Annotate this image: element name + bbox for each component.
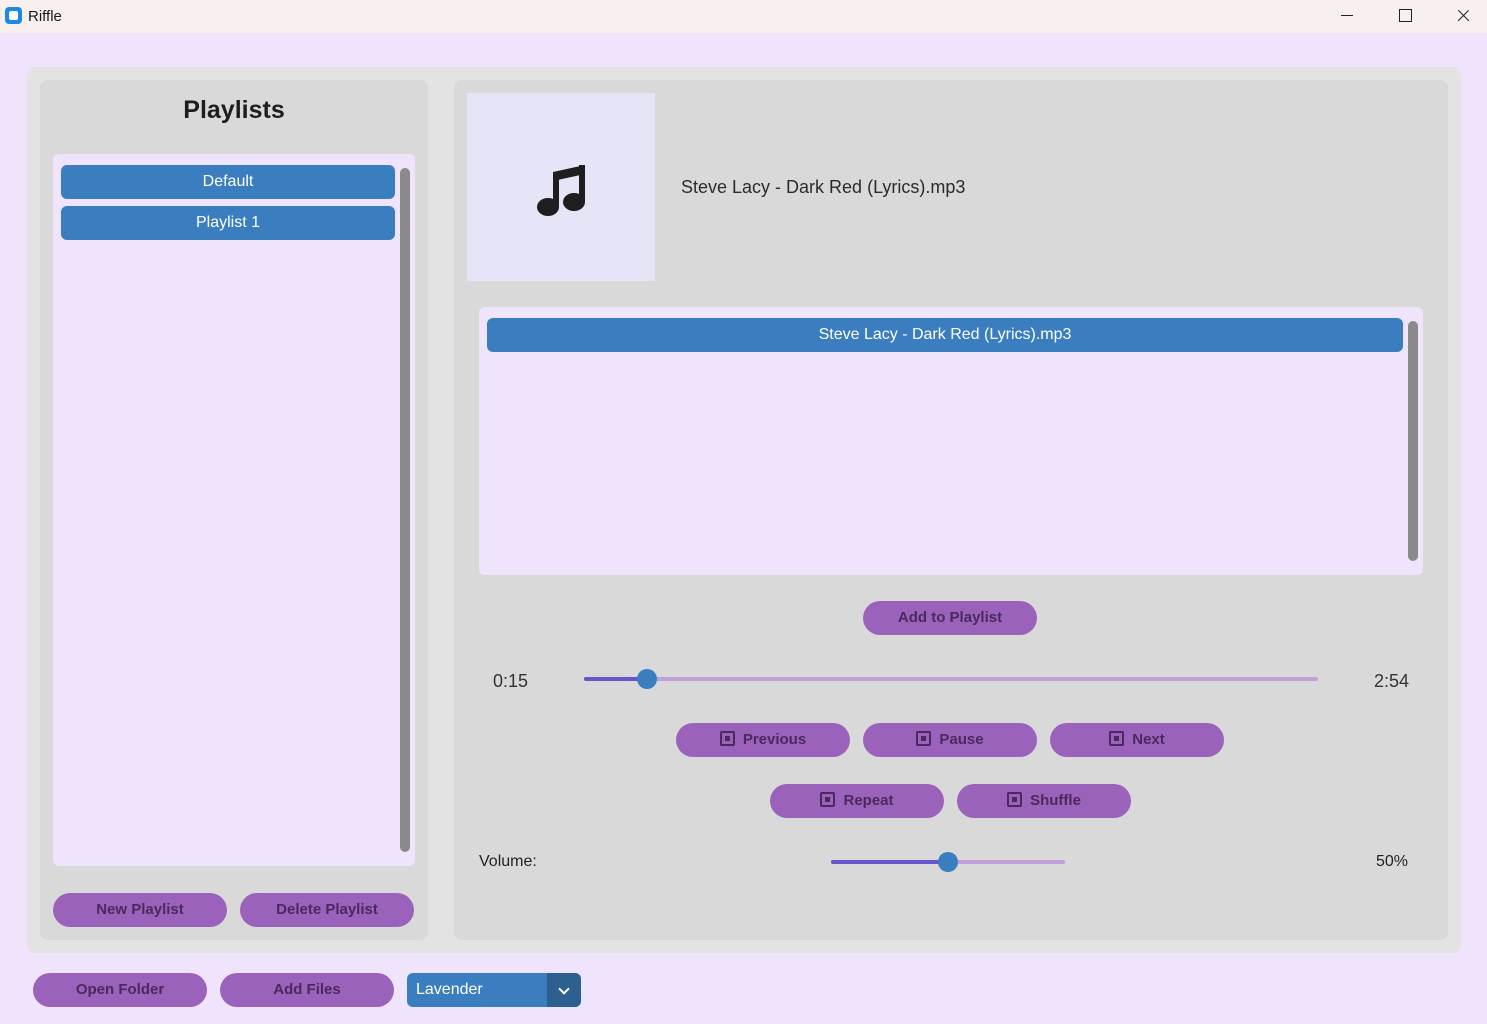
volume-knob[interactable] [938, 852, 958, 872]
volume-label: Volume: [479, 853, 537, 870]
chevron-down-icon[interactable] [547, 973, 581, 1007]
playlist-list [53, 154, 415, 866]
add-files-button[interactable]: Add Files [220, 973, 394, 1007]
music-note-icon [537, 165, 585, 216]
volume-value: 50% [1376, 853, 1409, 870]
pause-button[interactable]: Pause [863, 723, 1037, 757]
repeat-icon [820, 792, 836, 807]
previous-icon [719, 731, 735, 746]
maximize-button[interactable] [1382, 0, 1428, 33]
playlist-item-default[interactable]: Default [61, 165, 395, 199]
minimize-button[interactable] [1324, 0, 1370, 33]
add-to-playlist-button[interactable]: Add to Playlist [863, 601, 1037, 635]
progress-slider[interactable] [584, 669, 1318, 689]
repeat-button[interactable]: Repeat [770, 784, 944, 818]
delete-playlist-button[interactable]: Delete Playlist [240, 893, 414, 927]
queue-scrollbar[interactable] [1408, 321, 1418, 561]
playlist-scrollbar[interactable] [400, 168, 410, 852]
previous-label: Previous [742, 731, 807, 748]
pause-icon [916, 731, 932, 746]
new-playlist-button[interactable]: New Playlist [53, 893, 227, 927]
elapsed-time: 0:15 [493, 671, 529, 691]
pause-label: Pause [939, 731, 984, 748]
title-bar: Riffle [0, 0, 1487, 33]
volume-slider[interactable] [831, 852, 1065, 872]
shuffle-icon [1007, 792, 1023, 807]
shuffle-button[interactable]: Shuffle [957, 784, 1131, 818]
app-icon [5, 7, 22, 24]
theme-dropdown-value: Lavender [416, 981, 483, 998]
next-button[interactable]: Next [1050, 723, 1224, 757]
next-label: Next [1132, 731, 1165, 748]
now-playing-title: Steve Lacy - Dark Red (Lyrics).mp3 [681, 177, 966, 197]
repeat-label: Repeat [843, 792, 894, 809]
progress-knob[interactable] [637, 669, 658, 689]
volume-fill [831, 860, 948, 864]
playlists-title: Playlists [183, 96, 285, 124]
open-folder-button[interactable]: Open Folder [33, 973, 207, 1007]
next-icon [1109, 731, 1125, 746]
playlist-item-playlist-1[interactable]: Playlist 1 [61, 206, 395, 240]
queue-item[interactable]: Steve Lacy - Dark Red (Lyrics).mp3 [487, 318, 1403, 352]
previous-button[interactable]: Previous [676, 723, 850, 757]
total-duration: 2:54 [1374, 671, 1410, 691]
close-button[interactable] [1440, 0, 1486, 33]
window-title: Riffle [28, 8, 62, 25]
shuffle-label: Shuffle [1030, 792, 1081, 809]
